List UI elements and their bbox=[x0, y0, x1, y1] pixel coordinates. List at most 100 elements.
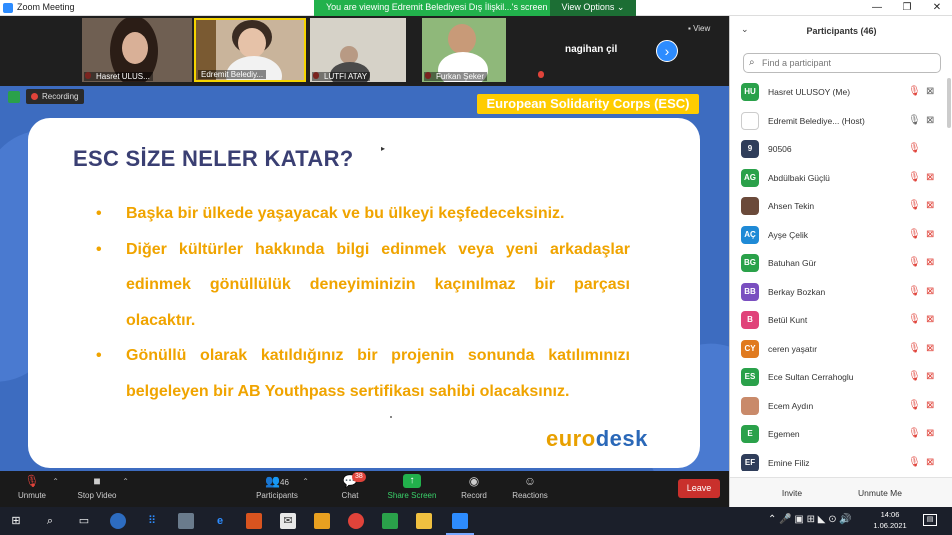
mouse-cursor-icon: ▸ bbox=[381, 144, 386, 153]
chat-button[interactable]: 💬 38 Chat bbox=[336, 472, 366, 500]
chat-label: Chat bbox=[341, 491, 359, 500]
participant-name: Berkay Bozkan bbox=[768, 286, 826, 297]
meeting-controls: 🎙 Unmute ⌃ ■ Stop Video ⌃ 👥46 Participan… bbox=[0, 471, 729, 507]
esc-badge: European Solidarity Corps (ESC) bbox=[477, 94, 699, 114]
task-view-icon[interactable]: ▭ bbox=[76, 513, 92, 529]
video-off-icon: ⊠ bbox=[926, 371, 935, 382]
taskbar-clock[interactable]: 14:06 1.06.2021 bbox=[870, 509, 910, 531]
participant-name: Emine Filiz bbox=[768, 457, 810, 468]
close-button[interactable]: ✕ bbox=[922, 0, 952, 16]
internet-explorer-icon[interactable]: e bbox=[212, 513, 228, 529]
media-player-icon[interactable] bbox=[314, 513, 330, 529]
participant-face bbox=[238, 28, 266, 58]
participant-face bbox=[448, 24, 476, 54]
video-tile[interactable]: Hasret ULUS... bbox=[82, 18, 192, 82]
network-app-icon[interactable]: ⠿ bbox=[144, 513, 160, 529]
search-icon[interactable]: ⌕ bbox=[42, 513, 58, 529]
muted-mic-icon: 🎙 bbox=[908, 371, 921, 382]
zoom-taskbar-icon[interactable] bbox=[452, 513, 468, 529]
windows-start-icon[interactable]: ⊞ bbox=[8, 513, 24, 529]
participant-row[interactable]: Ahsen Tekin 🎙 ⊠ bbox=[730, 192, 952, 221]
app-icon[interactable] bbox=[110, 513, 126, 529]
unmute-me-button[interactable]: Unmute Me bbox=[852, 485, 908, 501]
next-page-button[interactable]: › bbox=[656, 40, 678, 62]
unmute-button[interactable]: 🎙 Unmute ⌃ bbox=[14, 474, 59, 500]
participant-row[interactable]: B Betül Kunt 🎙 ⊠ bbox=[730, 306, 952, 335]
app-icon[interactable] bbox=[246, 513, 262, 529]
security-shield-icon[interactable] bbox=[8, 91, 20, 103]
participant-row[interactable]: HU Hasret ULUSOY (Me) 🎙 ⊠ bbox=[730, 78, 952, 107]
file-explorer-icon[interactable] bbox=[416, 513, 432, 529]
participant-row[interactable]: BB Berkay Bozkan 🎙 ⊠ bbox=[730, 278, 952, 307]
muted-mic-icon: 🎙 bbox=[908, 285, 921, 297]
shared-screen: Recording European Solidarity Corps (ESC… bbox=[0, 86, 729, 471]
stop-video-button[interactable]: ■ Stop Video ⌃ bbox=[74, 474, 130, 500]
view-button[interactable]: ▪ View bbox=[688, 24, 710, 33]
participant-avatar: E bbox=[741, 425, 759, 443]
app-icon[interactable] bbox=[382, 513, 398, 529]
participant-row[interactable]: E Egemen 🎙 ⊠ bbox=[730, 420, 952, 449]
participant-row[interactable]: Edremit Belediye... (Host) 🎙 ⊠ bbox=[730, 107, 952, 136]
chrome-icon[interactable] bbox=[348, 513, 364, 529]
video-off-icon: ⊠ bbox=[926, 456, 935, 468]
slide-heading: ESC SİZE NELER KATAR? bbox=[73, 146, 354, 171]
invite-button[interactable]: Invite bbox=[774, 485, 810, 501]
participant-row[interactable]: CY ceren yaşatır 🎙 ⊠ bbox=[730, 335, 952, 364]
leave-button[interactable]: Leave bbox=[678, 479, 720, 498]
reactions-button[interactable]: ☺ Reactions bbox=[510, 474, 550, 500]
muted-mic-icon: 🎙 bbox=[908, 228, 921, 240]
video-tile-speaking[interactable]: Edremit Belediy... bbox=[194, 18, 306, 82]
video-off-icon: ⊠ bbox=[926, 399, 935, 411]
participant-name: Ayşe Çelik bbox=[768, 229, 808, 240]
app-icon[interactable] bbox=[178, 513, 194, 529]
minimize-button[interactable]: — bbox=[862, 0, 892, 16]
tile-name: LUTFI ATAY bbox=[312, 72, 371, 81]
view-options-button[interactable]: View Options ⌄ bbox=[550, 0, 636, 16]
video-camera-icon: ■ bbox=[93, 474, 101, 488]
system-tray[interactable]: ⌃ 🎤 ▣ ⊞ ◣ ⊙ 🔊 bbox=[768, 514, 852, 525]
participant-row[interactable]: EF Emine Filiz 🎙 ⊠ bbox=[730, 449, 952, 471]
eurodesk-logo: eurodesk bbox=[546, 426, 648, 452]
chevron-up-icon[interactable]: ⌃ bbox=[52, 477, 59, 486]
view-label: View bbox=[693, 24, 711, 33]
muted-mic-icon: 🎙 bbox=[908, 171, 921, 183]
clock-date: 1.06.2021 bbox=[873, 521, 907, 530]
video-tile-audio-only[interactable] bbox=[522, 66, 546, 82]
participant-row[interactable]: Ecem Aydın 🎙 ⊠ bbox=[730, 392, 952, 421]
participant-row[interactable]: AG Abdülbaki Güçlü 🎙 ⊠ bbox=[730, 164, 952, 193]
participant-name: Ecem Aydın bbox=[768, 400, 814, 411]
record-button[interactable]: ◉ Record bbox=[458, 474, 490, 500]
video-tile[interactable]: LUTFI ATAY bbox=[310, 18, 406, 82]
share-screen-button[interactable]: ↑ Share Screen bbox=[386, 474, 438, 500]
video-off-icon: ⊠ bbox=[926, 314, 935, 325]
participant-row[interactable]: BG Batuhan Gür 🎙 ⊠ bbox=[730, 249, 952, 278]
participant-avatar: BG bbox=[741, 254, 759, 272]
video-tile-name-only[interactable]: nagihan çil bbox=[548, 18, 648, 82]
participant-avatar: AG bbox=[741, 168, 759, 187]
search-placeholder: Find a participant bbox=[762, 58, 832, 68]
recording-indicator[interactable]: Recording bbox=[26, 89, 85, 104]
participants-button[interactable]: 👥46 Participants ⌃ bbox=[254, 474, 309, 500]
participant-search-input[interactable]: ⌕ Find a participant bbox=[743, 53, 941, 73]
maximize-button[interactable]: ❐ bbox=[892, 0, 922, 16]
participant-name: Ahsen Tekin bbox=[768, 201, 815, 211]
participant-avatar: BB bbox=[741, 282, 759, 301]
participant-name: Edremit Belediye... (Host) bbox=[768, 115, 865, 126]
participant-row[interactable]: AÇ Ayşe Çelik 🎙 ⊠ bbox=[730, 221, 952, 250]
video-off-icon: ⊠ bbox=[926, 285, 935, 297]
title-bar: Zoom Meeting You are viewing Edremit Bel… bbox=[0, 0, 952, 16]
video-off-icon: ⊠ bbox=[926, 342, 935, 354]
presentation-slide: ESC SİZE NELER KATAR? ▸ • Başka bir ülked… bbox=[28, 118, 700, 468]
chevron-up-icon[interactable]: ⌃ bbox=[302, 477, 309, 486]
participant-avatar bbox=[741, 111, 759, 130]
participant-row[interactable]: ES Ece Sultan Cerrahoglu 🎙 ⊠ bbox=[730, 363, 952, 392]
mail-icon[interactable]: ✉ bbox=[280, 513, 296, 529]
chevron-up-icon[interactable]: ⌃ bbox=[122, 477, 129, 486]
participants-icon: 👥46 bbox=[265, 474, 289, 488]
notifications-icon[interactable]: ▤ bbox=[923, 514, 937, 526]
participant-name: ceren yaşatır bbox=[768, 343, 818, 354]
participant-row[interactable]: 9 90506 🎙 bbox=[730, 135, 952, 164]
scrollbar[interactable] bbox=[947, 78, 951, 128]
share-banner-text: You are viewing Edremit Belediyesi Dış İ… bbox=[314, 0, 550, 16]
video-tile[interactable]: Furkan Şeker bbox=[422, 18, 506, 82]
